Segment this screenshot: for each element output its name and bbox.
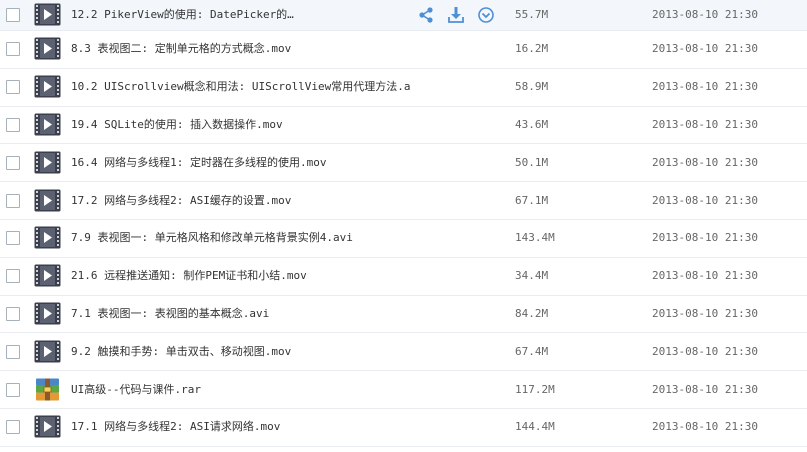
file-size: 117.2M xyxy=(515,382,555,396)
file-name[interactable]: 17.1 网络与多线程2: ASI请求网络.mov xyxy=(71,420,280,434)
file-date: 2013-08-10 21:30 xyxy=(652,155,758,169)
row-checkbox[interactable] xyxy=(6,117,20,132)
video-file-icon[interactable] xyxy=(34,75,61,98)
video-file-icon[interactable] xyxy=(34,340,61,363)
file-name[interactable]: 19.4 SQLite的使用: 插入数据操作.mov xyxy=(71,118,283,132)
file-row[interactable]: 16.4 网络与多线程1: 定时器在多线程的使用.mov 50.1M 2013-… xyxy=(0,144,807,183)
row-checkbox[interactable] xyxy=(6,269,20,284)
file-row[interactable]: 8.3 表视图二: 定制单元格的方式概念.mov 16.2M 2013-08-1… xyxy=(0,31,807,69)
file-size: 34.4M xyxy=(515,269,549,283)
video-file-icon[interactable] xyxy=(34,415,61,438)
row-checkbox[interactable] xyxy=(6,420,20,435)
file-size: 43.6M xyxy=(515,117,549,131)
row-checkbox[interactable] xyxy=(6,8,20,22)
file-name[interactable]: 8.3 表视图二: 定制单元格的方式概念.mov xyxy=(71,42,291,56)
file-date: 2013-08-10 21:30 xyxy=(652,382,758,396)
file-row[interactable]: 19.4 SQLite的使用: 插入数据操作.mov 43.6M 2013-08… xyxy=(0,106,807,145)
file-date: 2013-08-10 21:30 xyxy=(652,344,758,358)
file-name[interactable]: 17.2 网络与多线程2: ASI缓存的设置.mov xyxy=(71,194,291,208)
file-row[interactable]: 9.2 触摸和手势: 单击双击、移动视图.mov 67.4M 2013-08-1… xyxy=(0,333,807,372)
file-name[interactable]: 7.1 表视图一: 表视图的基本概念.avi xyxy=(71,307,269,321)
file-date: 2013-08-10 21:30 xyxy=(652,42,758,56)
file-row[interactable]: 17.1 网络与多线程2: ASI请求网络.mov 144.4M 2013-08… xyxy=(0,408,807,447)
file-date: 2013-08-10 21:30 xyxy=(652,8,758,21)
video-file-icon[interactable] xyxy=(34,3,61,26)
file-row[interactable]: 17.2 网络与多线程2: ASI缓存的设置.mov 67.1M 2013-08… xyxy=(0,182,807,220)
file-name[interactable]: 21.6 远程推送通知: 制作PEM证书和小结.mov xyxy=(71,269,307,283)
row-checkbox[interactable] xyxy=(6,193,20,208)
file-row[interactable]: 10.2 UIScrollview概念和用法: UIScrollView常用代理… xyxy=(0,68,807,107)
file-row[interactable]: 12.2 PikerView的使用: DatePicker的… 55.7M 20… xyxy=(0,0,807,31)
row-checkbox[interactable] xyxy=(6,42,20,57)
file-row[interactable]: 21.6 远程推送通知: 制作PEM证书和小结.mov 34.4M 2013-0… xyxy=(0,257,807,296)
file-name[interactable]: 16.4 网络与多线程1: 定时器在多线程的使用.mov xyxy=(71,156,326,170)
file-size: 143.4M xyxy=(515,231,555,245)
share-icon[interactable] xyxy=(416,6,436,24)
file-size: 144.4M xyxy=(515,420,555,434)
row-actions xyxy=(416,6,496,24)
archive-file-icon[interactable] xyxy=(34,378,61,401)
row-checkbox[interactable] xyxy=(6,231,20,246)
file-size: 55.7M xyxy=(515,8,549,21)
file-row[interactable]: 7.9 表视图一: 单元格风格和修改单元格背景实例4.avi 143.4M 20… xyxy=(0,219,807,258)
file-name[interactable]: 12.2 PikerView的使用: DatePicker的… xyxy=(71,8,294,22)
file-size: 50.1M xyxy=(515,155,549,169)
file-date: 2013-08-10 21:30 xyxy=(652,269,758,283)
file-date: 2013-08-10 21:30 xyxy=(652,420,758,434)
file-row[interactable]: UI高级--代码与课件.rar 117.2M 2013-08-10 21:30 xyxy=(0,371,807,409)
video-file-icon[interactable] xyxy=(34,189,61,212)
file-name[interactable]: 7.9 表视图一: 单元格风格和修改单元格背景实例4.avi xyxy=(71,231,353,245)
video-file-icon[interactable] xyxy=(34,264,61,287)
file-list: 12.2 PikerView的使用: DatePicker的… 55.7M 20… xyxy=(0,0,807,452)
file-size: 84.2M xyxy=(515,306,549,320)
row-checkbox[interactable] xyxy=(6,306,20,321)
row-checkbox[interactable] xyxy=(6,80,20,95)
file-date: 2013-08-10 21:30 xyxy=(652,193,758,207)
video-file-icon[interactable] xyxy=(34,226,61,249)
video-file-icon[interactable] xyxy=(34,37,61,60)
file-date: 2013-08-10 21:30 xyxy=(652,306,758,320)
download-icon[interactable] xyxy=(446,6,466,24)
file-size: 67.4M xyxy=(515,344,549,358)
row-checkbox[interactable] xyxy=(6,155,20,170)
file-name[interactable]: 10.2 UIScrollview概念和用法: UIScrollView常用代理… xyxy=(71,80,411,94)
file-date: 2013-08-10 21:30 xyxy=(652,117,758,131)
file-size: 16.2M xyxy=(515,42,549,56)
chevron-down-circle-icon[interactable] xyxy=(476,6,496,24)
file-name[interactable]: UI高级--代码与课件.rar xyxy=(71,383,201,397)
video-file-icon[interactable] xyxy=(34,151,61,174)
file-row[interactable]: 7.1 表视图一: 表视图的基本概念.avi 84.2M 2013-08-10 … xyxy=(0,295,807,334)
file-size: 67.1M xyxy=(515,193,549,207)
file-name[interactable]: 9.2 触摸和手势: 单击双击、移动视图.mov xyxy=(71,345,291,359)
row-checkbox[interactable] xyxy=(6,382,20,397)
row-checkbox[interactable] xyxy=(6,344,20,359)
video-file-icon[interactable] xyxy=(34,302,61,325)
file-size: 58.9M xyxy=(515,80,549,94)
file-date: 2013-08-10 21:30 xyxy=(652,80,758,94)
video-file-icon[interactable] xyxy=(34,113,61,136)
file-date: 2013-08-10 21:30 xyxy=(652,231,758,245)
